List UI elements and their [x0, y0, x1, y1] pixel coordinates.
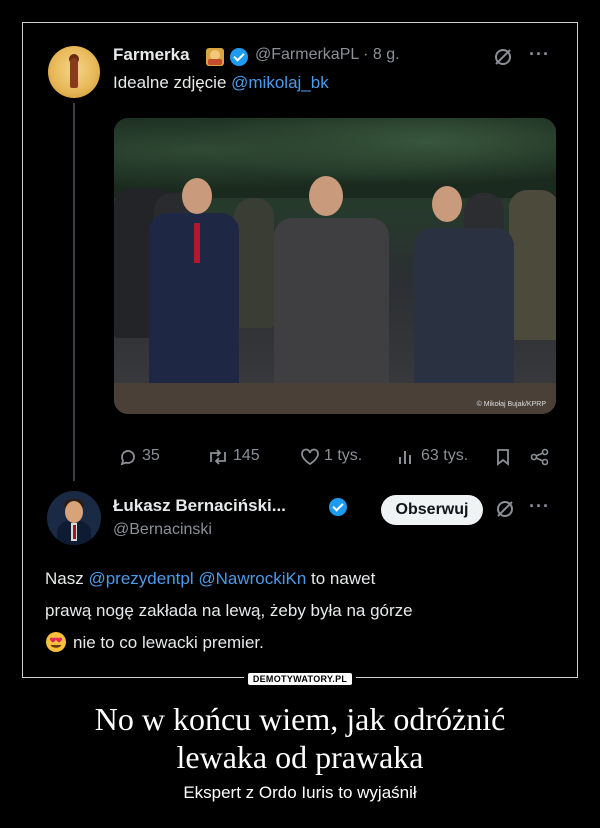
verified-badge-icon — [329, 498, 347, 516]
retweet-icon[interactable] — [207, 448, 229, 466]
like-icon[interactable] — [300, 448, 320, 466]
demotivator-frame: Farmerka @FarmerkaPL · 8 g. ··· Idealne … — [22, 22, 578, 678]
caption-title-line1: No w końcu wiem, jak odróżnić — [94, 701, 506, 737]
demotywatory-logo[interactable]: DEMOTYWATORY.PL — [244, 671, 356, 686]
tweet2-more-icon[interactable]: ··· — [529, 496, 550, 517]
reply-icon[interactable] — [119, 448, 137, 466]
retweet-count: 145 — [233, 447, 260, 464]
mention-nawrockikn[interactable]: @NawrockiKn — [198, 569, 306, 588]
views-count: 63 tys. — [421, 447, 469, 464]
farmer-emoji-icon — [206, 48, 224, 66]
caption-title-line2: lewaka od prawaka — [176, 739, 424, 775]
verified-badge-icon — [230, 48, 248, 66]
tweet1-more-icon[interactable]: ··· — [529, 44, 550, 65]
tweet1-text: Idealne zdjęcie @mikolaj_bk — [113, 73, 329, 92]
grok-icon[interactable] — [495, 499, 515, 519]
tweet2-text-line2: prawą nogę zakłada na lewą, żeby była na… — [45, 601, 413, 620]
caption-subtitle: Ekspert z Ordo Iuris to wyjaśnił — [183, 783, 417, 802]
bernacinski-avatar[interactable] — [47, 491, 101, 545]
tweet2-handle[interactable]: @Bernacinski — [113, 521, 212, 539]
mention-prezydentpl[interactable]: @prezydentpl — [88, 569, 193, 588]
tweet1-author-name[interactable]: Farmerka — [113, 45, 190, 65]
tweet1-photo[interactable]: © Mikołaj Bujak/KPRP — [114, 118, 556, 414]
share-icon[interactable] — [530, 448, 550, 466]
farmerka-avatar[interactable] — [48, 46, 100, 98]
like-count: 1 tys. — [324, 447, 363, 464]
tweet2-text-line1: Nasz @prezydentpl @NawrockiKn to nawet — [45, 569, 376, 588]
reply-count: 35 — [142, 447, 160, 464]
tweet1-handle-time[interactable]: @FarmerkaPL · 8 g. — [255, 46, 400, 64]
follow-button[interactable]: Obserwuj — [381, 495, 483, 525]
thread-line — [73, 103, 75, 481]
bookmark-icon[interactable] — [495, 448, 511, 466]
tweet2-text-line3: nie to co lewacki premier. — [73, 633, 264, 652]
grok-icon[interactable] — [493, 47, 513, 67]
views-icon[interactable] — [397, 448, 415, 466]
photo-credit: © Mikołaj Bujak/KPRP — [476, 401, 546, 408]
mention-mikolaj-bk[interactable]: @mikolaj_bk — [231, 73, 329, 92]
tweet2-author-name[interactable]: Łukasz Bernaciński... — [113, 496, 286, 516]
heart-eyes-emoji-icon — [46, 632, 66, 652]
